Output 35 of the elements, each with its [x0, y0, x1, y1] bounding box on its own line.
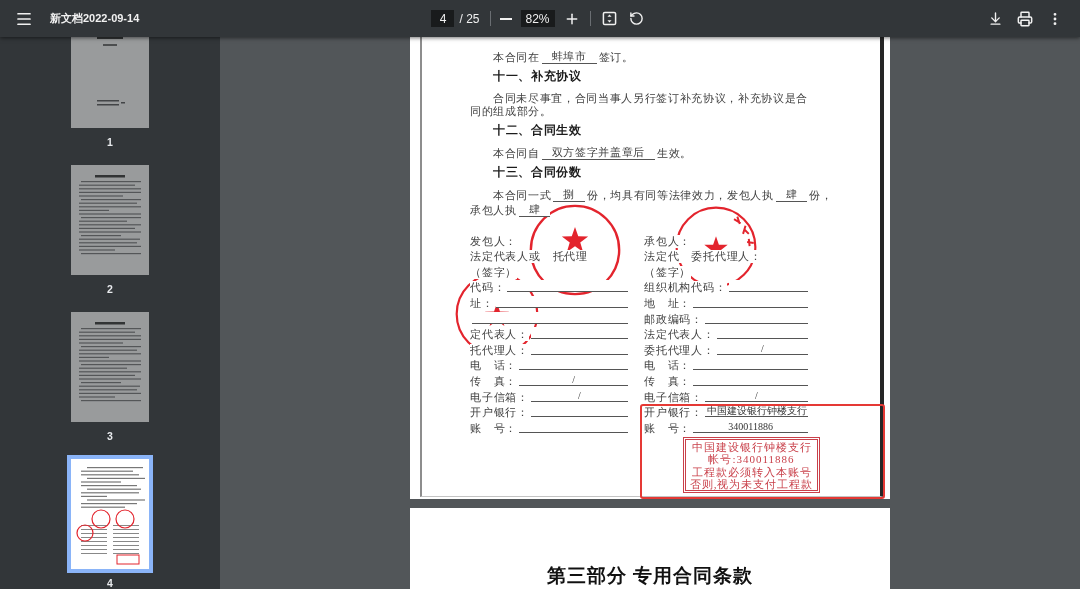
- page-number-label: 1: [107, 135, 113, 150]
- form-label: 托代理人：: [470, 343, 529, 357]
- seal-text: 中国建设银行钟楼支行: [691, 440, 812, 454]
- page-thumbnail[interactable]: [67, 455, 153, 573]
- page-number-label: 3: [107, 429, 113, 444]
- contract-text: 本合同一式: [493, 188, 552, 202]
- rotate-icon: [629, 11, 644, 26]
- page-preview-icon: [71, 459, 149, 569]
- print-icon: [1017, 10, 1033, 27]
- fit-page-icon: [602, 11, 617, 26]
- form-label: 法定代表人或 托代理: [470, 250, 588, 264]
- page-preview-icon: [71, 165, 149, 275]
- contract-text: 本合同在: [493, 50, 540, 64]
- contract-text: 承包人执: [470, 203, 517, 217]
- page-preview-icon: [71, 312, 149, 422]
- section-heading: 十一、补充协议: [492, 68, 583, 84]
- seal-text: 帐号:340011886: [708, 453, 795, 466]
- section-title: 第三部分 专用合同条款: [547, 565, 753, 587]
- zoom-level-input[interactable]: 82%: [520, 10, 555, 27]
- page-number-label: 4: [107, 576, 113, 589]
- minus-icon: [499, 17, 512, 20]
- contract-text: 份，均具有同等法律效力，发包人执: [587, 188, 774, 202]
- document-title: 新文档2022-09-14: [50, 11, 140, 26]
- section-heading: 十三、合同份数: [492, 164, 583, 180]
- page-number-input[interactable]: 4: [431, 10, 455, 27]
- seal-text: 工程款必须转入本账号: [691, 465, 812, 478]
- form-label: 定代表人：: [470, 328, 529, 342]
- contract-paragraph: 合同未尽事宜，合同当事人另行签订补充协议，补充协议是合同的组成部分。: [470, 92, 810, 118]
- page-preview-icon: [71, 37, 149, 128]
- section-heading: 十二、合同生效: [492, 122, 583, 138]
- page-count: / 25: [459, 11, 480, 26]
- seal-text: 否则,视为未支付工程款: [689, 478, 814, 491]
- form-label: 组织机构代码：: [644, 281, 727, 295]
- page-number-label: 2: [107, 282, 113, 297]
- contract-text: 本合同自: [493, 146, 540, 160]
